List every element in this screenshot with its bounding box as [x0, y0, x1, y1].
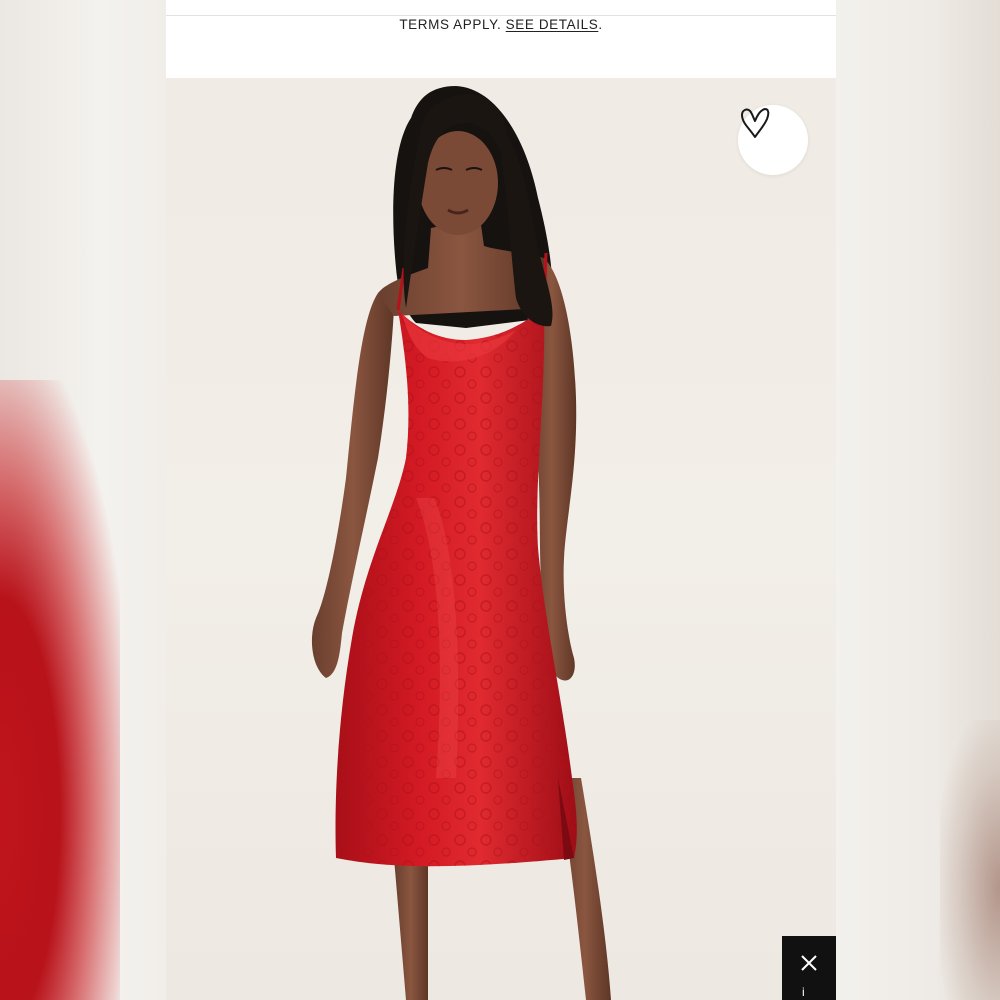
promo-period: . — [598, 17, 603, 32]
product-page: TERMS APPLY. SEE DETAILS. i — [166, 0, 836, 1000]
see-details-link[interactable]: SEE DETAILS — [506, 17, 599, 32]
blurred-dress-left — [0, 380, 120, 1000]
header-divider — [166, 15, 836, 16]
blurred-background-right — [836, 0, 1000, 1000]
blurred-skin-right — [940, 720, 1000, 1000]
wishlist-button[interactable] — [738, 105, 808, 175]
chat-widget-tab[interactable]: i — [782, 936, 836, 1000]
promo-banner: TERMS APPLY. SEE DETAILS. — [166, 17, 836, 35]
blurred-background-left — [0, 0, 166, 1000]
promo-terms-text: TERMS APPLY. — [399, 17, 502, 32]
chat-tab-label: i — [802, 985, 805, 999]
product-image[interactable]: i — [166, 78, 836, 1000]
close-icon[interactable] — [799, 953, 819, 973]
model-illustration — [311, 86, 611, 1000]
heart-icon — [741, 108, 770, 138]
